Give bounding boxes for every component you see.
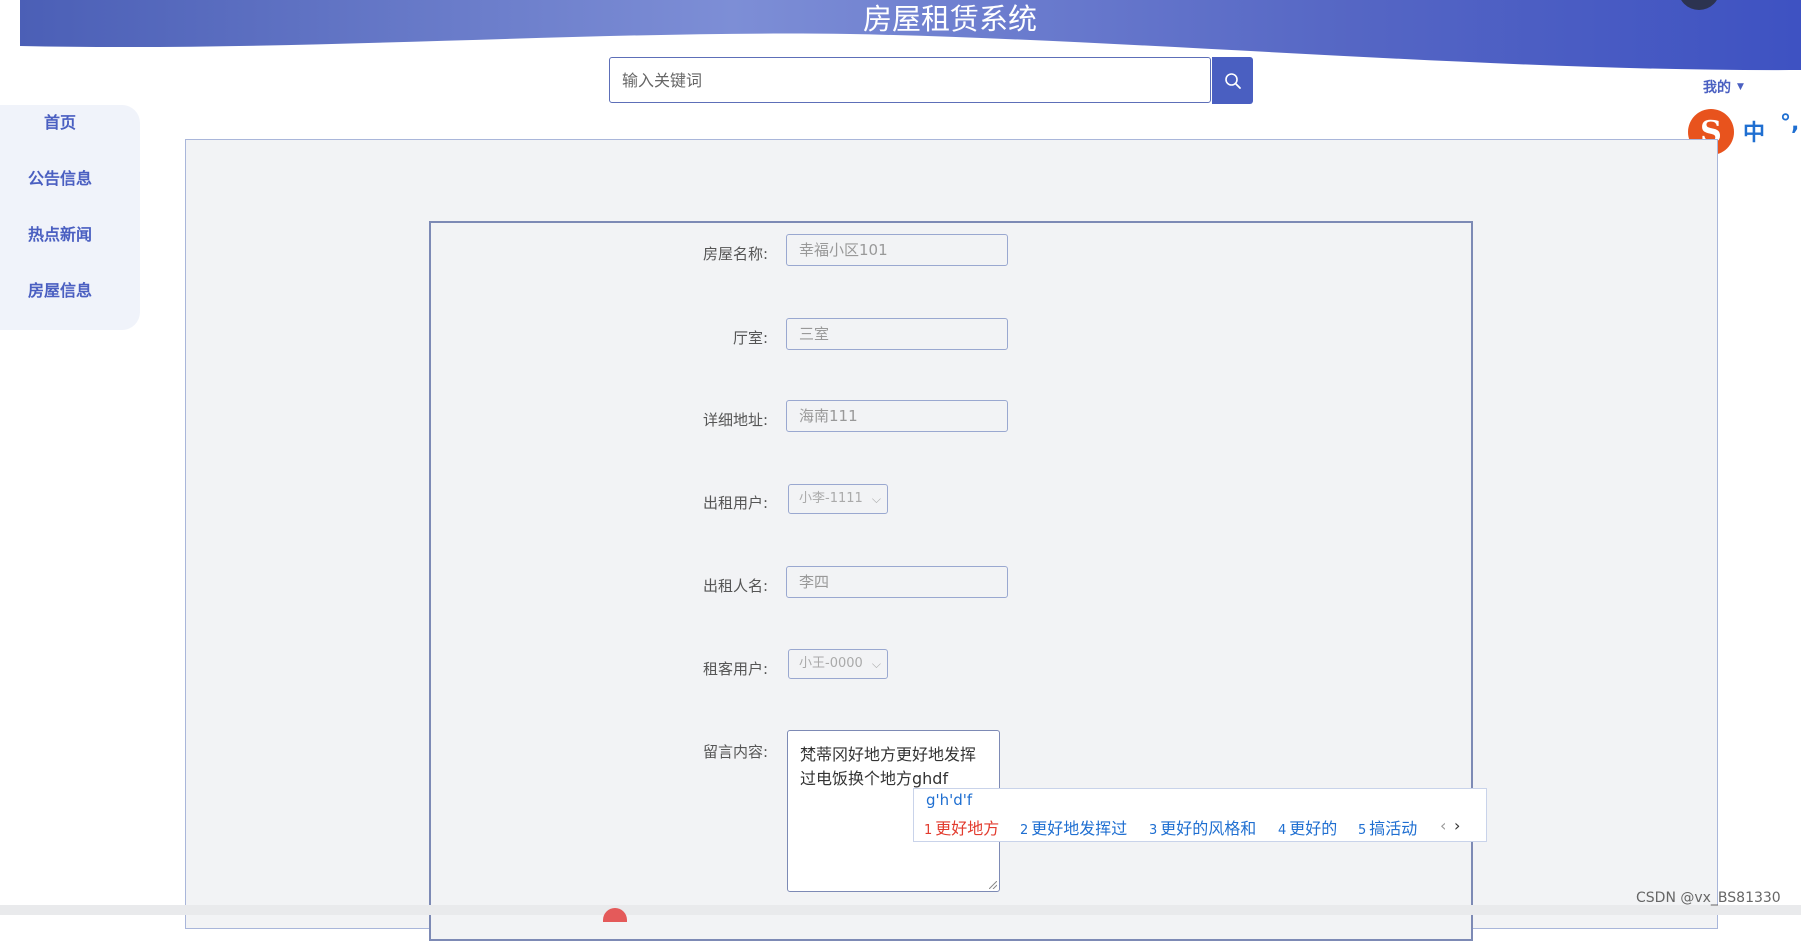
search-input[interactable]	[610, 58, 1210, 102]
ime-candidate-4[interactable]: 4 更好的	[1278, 815, 1337, 839]
ime-punct-toggle[interactable]: °,	[1780, 111, 1799, 136]
ime-candidate-3[interactable]: 3 更好的风格和	[1149, 815, 1256, 839]
search-button[interactable]	[1212, 57, 1253, 104]
rooms-field[interactable]: 三室	[786, 318, 1008, 350]
sidebar-item-houses[interactable]: 房屋信息	[0, 277, 120, 301]
sidebar-item-home[interactable]: 首页	[0, 109, 120, 133]
sidebar-item-news[interactable]: 热点新闻	[0, 221, 120, 245]
house-name-field[interactable]: 幸福小区101	[786, 234, 1008, 266]
field-label-message: 留言内容:	[702, 743, 768, 761]
field-label-landlord-name: 出租人名:	[702, 577, 768, 595]
user-menu[interactable]: 我的 ▼	[1703, 77, 1744, 97]
ime-candidate-1[interactable]: 1 更好地方	[924, 815, 999, 839]
site-title: 房屋租赁系统	[862, 2, 1037, 36]
field-label-address: 详细地址:	[702, 411, 768, 429]
ime-next-page-icon[interactable]: ›	[1454, 816, 1460, 835]
watermark: CSDN @vx_BS81330	[1636, 890, 1781, 906]
user-menu-label: 我的	[1703, 80, 1731, 96]
tenant-user-select[interactable]: 小王-0000 ⌵	[788, 649, 888, 679]
message-text: 梵蒂冈好地方更好地发挥过电饭换个地方ghdf	[800, 745, 977, 788]
chevron-down-icon: ⌵	[871, 492, 881, 506]
bottom-strip	[0, 905, 1801, 915]
field-label-tenant-user: 租客用户:	[702, 660, 768, 678]
ime-mode-toggle[interactable]: 中	[1743, 115, 1765, 147]
field-label-rooms: 厅室:	[732, 329, 768, 347]
field-label-landlord-user: 出租用户:	[702, 494, 768, 512]
sidebar: 首页 公告信息 热点新闻 房屋信息	[0, 105, 140, 330]
search-icon	[1224, 72, 1241, 89]
address-field[interactable]: 海南111	[786, 400, 1008, 432]
sidebar-item-announcements[interactable]: 公告信息	[0, 165, 120, 189]
ime-prev-page-icon[interactable]: ‹	[1440, 816, 1446, 835]
ime-pinyin-text: g'h'd'f	[926, 791, 973, 809]
ime-candidate-2[interactable]: 2 更好地发挥过	[1020, 815, 1127, 839]
caret-down-icon: ▼	[1737, 82, 1744, 92]
search-box	[609, 57, 1211, 103]
chevron-down-icon: ⌵	[871, 657, 881, 671]
resize-handle-icon[interactable]	[989, 881, 997, 889]
tenant-user-value: 小王-0000	[799, 656, 863, 671]
landlord-user-value: 小李-1111	[799, 491, 863, 506]
landlord-name-field[interactable]: 李四	[786, 566, 1008, 598]
field-label-house-name: 房屋名称:	[702, 245, 768, 263]
ime-candidate-popup: g'h'd'f 1 更好地方 2 更好地发挥过 3 更好的风格和 4 更好的 5 搞活动 …	[913, 788, 1487, 842]
landlord-user-select[interactable]: 小李-1111 ⌵	[788, 484, 888, 514]
ime-candidate-5[interactable]: 5 搞活动	[1358, 815, 1417, 839]
